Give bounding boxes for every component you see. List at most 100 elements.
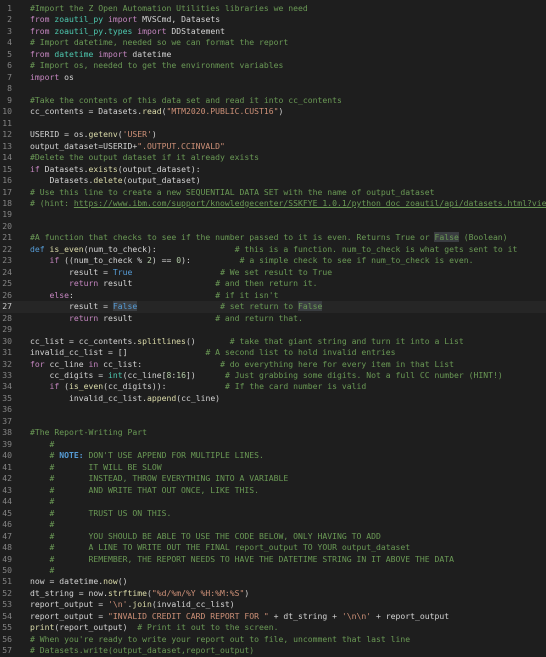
code-line[interactable]: 9 #Take the contents of this data set and… (0, 95, 546, 106)
code-token: invalid_cc_list = [] (30, 347, 206, 358)
code-line[interactable]: 43 # AND WRITE THAT OUT ONCE, LIKE THIS. (0, 485, 546, 496)
code-line[interactable]: 29 (0, 324, 546, 335)
line-number: 49 (2, 553, 12, 564)
code-line[interactable]: 10 cc_contents = Datasets.read("MTM2020.P… (0, 106, 546, 117)
code-line[interactable]: 16 Datasets.delete(output_dataset) (0, 175, 546, 186)
code-line[interactable]: 2 from zoautil_py import MVSCmd, Datasets (0, 14, 546, 25)
line-number: 10 (2, 106, 12, 117)
code-line[interactable]: 46 # (0, 519, 546, 530)
code-line[interactable]: 14 #Delete the output dataset if it alrea… (0, 152, 546, 163)
line-number: 6 (7, 60, 12, 71)
code-token: if (30, 163, 45, 174)
code-token: # and then return it. (215, 278, 318, 289)
code-line[interactable]: 31 invalid_cc_list = [] # A second list t… (0, 347, 546, 358)
code-line[interactable]: 35 invalid_cc_list.append(cc_line) (0, 393, 546, 404)
code-line[interactable]: 11 (0, 118, 546, 129)
code-line[interactable]: 53 report_output = '\n'.join(invalid_cc_l… (0, 599, 546, 610)
code-token: USERID = os. (30, 129, 89, 140)
code-editor[interactable]: 1 #Import the Z Open Automation Utilities… (0, 0, 546, 655)
code-line[interactable]: 20 (0, 221, 546, 232)
line-number: 43 (2, 484, 12, 495)
code-line[interactable]: 38 #The Report-Writing Part (0, 427, 546, 438)
code-line[interactable]: 57 # Datasets.write(output_dataset,report… (0, 645, 546, 656)
code-line[interactable]: 21 #A function that checks to see if the … (0, 232, 546, 243)
code-line[interactable]: 24 result = True # We set result to True (0, 267, 546, 278)
code-line[interactable]: 8 (0, 83, 546, 94)
code-line[interactable]: 44 # (0, 496, 546, 507)
code-token: # (30, 450, 60, 461)
code-line[interactable]: 48 # A LINE TO WRITE OUT THE FINAL repor… (0, 542, 546, 553)
code-line[interactable]: 33 cc_digits = int(cc_line[8:16]) # Just… (0, 370, 546, 381)
code-line[interactable]: 28 return result # and return that. (0, 313, 546, 324)
code-line[interactable]: 32 for cc_line in cc_list: # do everythin… (0, 359, 546, 370)
code-line[interactable]: 7 import os (0, 72, 546, 83)
code-line[interactable]: 5 from datetime import datetime (0, 49, 546, 60)
code-line[interactable]: 40 # NOTE: DON'T USE APPEND FOR MULTIPLE… (0, 450, 546, 461)
code-line[interactable]: 13 output_dataset=USERID+".OUTPUT.CCINVAL… (0, 141, 546, 152)
code-line[interactable]: 25 return result # and then return it. (0, 278, 546, 289)
code-line[interactable]: 26 else: # if it isn't (0, 290, 546, 301)
code-line[interactable]: 34 if (is_even(cc_digits)): # If the car… (0, 381, 546, 392)
code-token: # (30, 438, 55, 449)
code-token: is_even (49, 243, 84, 254)
code-token: (cc_line[ (122, 370, 167, 380)
code-token: 'USER' (122, 129, 152, 140)
code-token: delete (93, 175, 123, 186)
code-token: ) == (151, 255, 177, 266)
code-token: # a simple check to see if num_to_check … (239, 255, 474, 266)
code-token: #A function that checks to see if the nu… (30, 232, 435, 243)
code-line[interactable]: 37 (0, 416, 546, 427)
code-token: from (30, 48, 55, 59)
code-token: report_output = (30, 610, 108, 621)
code-line[interactable]: 3 from zoautil_py.types import DDStatemen… (0, 26, 546, 37)
code-line[interactable]: 55 print(report_output) # Print it out to… (0, 622, 546, 633)
code-line[interactable]: 41 # IT WILL BE SLOW (0, 462, 546, 473)
line-number: 22 (2, 243, 12, 254)
hint-link[interactable]: https://www.ibm.com/support/knowledgecen… (74, 198, 546, 208)
code-line[interactable]: 12 USERID = os.getenv('USER') (0, 129, 546, 140)
code-line[interactable]: 18 # (hint: https://www.ibm.com/support/k… (0, 198, 546, 209)
code-line[interactable]: 15 if Datasets.exists(output_dataset): (0, 164, 546, 175)
code-line[interactable]: 30 cc_list = cc_contents.splitlines() # t… (0, 336, 546, 347)
code-line[interactable]: 49 # REMEMBER, THE REPORT NEEDS TO HAVE … (0, 554, 546, 565)
code-line[interactable]: 23 if ((num_to_check % 2) == 0): # a sim… (0, 255, 546, 266)
code-token: DDStatement (171, 25, 225, 36)
line-number: 29 (2, 324, 12, 335)
code-token: getenv (88, 129, 118, 140)
code-token: (output_dataset) (122, 175, 201, 186)
code-line[interactable]: 22 def is_even(num_to_check): # this is a… (0, 244, 546, 255)
code-line[interactable]: 52 dt_string = now.strftime("%d/%m/%Y %H:… (0, 588, 546, 599)
code-line[interactable]: 45 # TRUST US ON THIS. (0, 508, 546, 519)
code-token: import (137, 25, 172, 36)
line-number: 14 (2, 152, 12, 163)
code-token: # TRUST US ON THIS. (30, 507, 172, 518)
code-line[interactable]: 19 (0, 209, 546, 220)
line-number: 24 (2, 266, 12, 277)
code-line[interactable]: 42 # INSTEAD, THROW EVERYTHING INTO A VA… (0, 473, 546, 484)
code-text: cc_list = cc_contents.splitlines() # tak… (30, 336, 546, 347)
code-token: # REMEMBER, THE REPORT NEEDS TO HAVE THE… (30, 553, 454, 564)
code-text: from zoautil_py import MVSCmd, Datasets (30, 14, 546, 25)
code-token: "INVALID CREDIT CARD REPORT FOR " (107, 610, 269, 621)
code-token: cc_contents = Datasets. (30, 106, 143, 117)
code-line[interactable]: 1 #Import the Z Open Automation Utilities… (0, 3, 546, 14)
code-token: Datasets. (44, 163, 89, 174)
code-token: zoautil_py.types (54, 25, 138, 36)
code-line[interactable]: 36 (0, 404, 546, 415)
code-line[interactable]: 4 # Import datetime, needed so we can for… (0, 37, 546, 48)
line-number: 23 (2, 255, 12, 266)
code-line[interactable]: 39 # (0, 439, 546, 450)
code-line[interactable]: 50 # (0, 565, 546, 576)
code-line[interactable]: 47 # YOU SHOULD BE ABLE TO USE THE CODE … (0, 531, 546, 542)
code-line[interactable]: 6 # Import os, needed to get the environm… (0, 60, 546, 71)
code-line[interactable]: 51 now = datetime.now() (0, 576, 546, 587)
code-line[interactable]: 17 # Use this line to create a new SEQUEN… (0, 187, 546, 198)
line-number: 16 (2, 175, 12, 186)
code-token: import (107, 14, 143, 25)
code-line[interactable]: 54 report_output = "INVALID CREDIT CARD R… (0, 611, 546, 622)
line-number: 39 (2, 438, 12, 449)
code-token: exists (88, 163, 118, 174)
code-text: result = True # We set result to True (30, 267, 546, 278)
code-token: ): (181, 255, 240, 266)
code-line[interactable]: 27 result = False # set return to False (0, 301, 546, 313)
